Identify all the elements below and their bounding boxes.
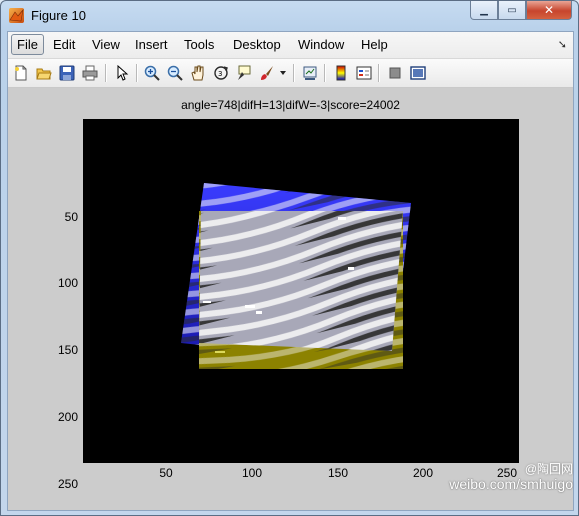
svg-text:3: 3 xyxy=(218,70,222,78)
toolbar-separator xyxy=(378,64,380,82)
y-tick-label: 250 xyxy=(57,477,78,491)
brush-dropdown-icon[interactable] xyxy=(278,63,288,83)
figure-canvas: angle=748|difH=13|difW=-3|score=24002 50… xyxy=(8,88,573,510)
menu-file[interactable]: File xyxy=(11,34,44,55)
legend-icon[interactable] xyxy=(354,63,374,83)
maximize-icon: ▭ xyxy=(507,4,517,16)
show-plot-tools-icon[interactable] xyxy=(408,63,428,83)
x-tick-label: 150 xyxy=(327,466,349,480)
save-icon[interactable] xyxy=(57,63,77,83)
rotate-3d-icon[interactable]: 3 xyxy=(211,63,231,83)
y-tick-label: 50 xyxy=(64,210,78,224)
menu-edit[interactable]: Edit xyxy=(53,37,75,52)
figure-client-area: File Edit View Insert Tools Desktop Wind… xyxy=(7,31,574,511)
open-file-icon[interactable] xyxy=(34,63,54,83)
x-tick-label: 100 xyxy=(241,466,263,480)
new-figure-icon[interactable] xyxy=(11,63,31,83)
hide-plot-tools-icon[interactable] xyxy=(385,63,405,83)
minimize-button[interactable]: ▁ xyxy=(470,1,498,20)
close-icon: ✕ xyxy=(543,3,555,17)
close-button[interactable]: ✕ xyxy=(526,1,572,20)
y-tick-label: 200 xyxy=(57,410,78,424)
figure-window: Figure 10 ▁ ▭ ✕ File Edit View Insert To… xyxy=(0,0,579,516)
toolbar-separator xyxy=(136,64,138,82)
data-cursor-icon[interactable] xyxy=(234,63,254,83)
brush-icon[interactable] xyxy=(257,63,277,83)
x-tick-label: 200 xyxy=(412,466,434,480)
zoom-out-icon[interactable] xyxy=(165,63,185,83)
menu-window[interactable]: Window xyxy=(298,37,344,52)
matlab-icon xyxy=(9,8,24,23)
watermark-handle: @陶回网 xyxy=(524,462,573,476)
toolbar-separator xyxy=(324,64,326,82)
pointer-icon[interactable] xyxy=(112,63,132,83)
y-tick-label: 100 xyxy=(57,276,78,290)
window-title: Figure 10 xyxy=(31,8,86,23)
toolbar-separator xyxy=(293,64,295,82)
title-bar[interactable]: Figure 10 ▁ ▭ ✕ xyxy=(1,1,578,31)
print-icon[interactable] xyxy=(80,63,100,83)
menu-help[interactable]: Help xyxy=(361,37,388,52)
menu-tools[interactable]: Tools xyxy=(184,37,214,52)
plot-title: angle=748|difH=13|difW=-3|score=24002 xyxy=(181,98,400,112)
zoom-in-icon[interactable] xyxy=(142,63,162,83)
maximize-button[interactable]: ▭ xyxy=(498,1,526,20)
toolbar-separator xyxy=(105,64,107,82)
pan-hand-icon[interactable] xyxy=(188,63,208,83)
overlay-image xyxy=(181,183,411,369)
menu-desktop[interactable]: Desktop xyxy=(233,37,281,52)
dock-arrow-icon[interactable]: ➘ xyxy=(558,38,567,51)
menu-view[interactable]: View xyxy=(92,37,120,52)
y-tick-label: 150 xyxy=(57,343,78,357)
link-plot-icon[interactable] xyxy=(300,63,320,83)
image-axes[interactable] xyxy=(83,119,519,463)
menu-bar: File Edit View Insert Tools Desktop Wind… xyxy=(8,32,573,59)
menu-insert[interactable]: Insert xyxy=(135,37,168,52)
colorbar-icon[interactable] xyxy=(331,63,351,83)
figure-toolbar: 3 xyxy=(8,59,573,88)
watermark-url: weibo.com/smhuigo xyxy=(449,476,573,492)
x-tick-label: 50 xyxy=(159,466,173,480)
minimize-icon: ▁ xyxy=(480,4,488,16)
